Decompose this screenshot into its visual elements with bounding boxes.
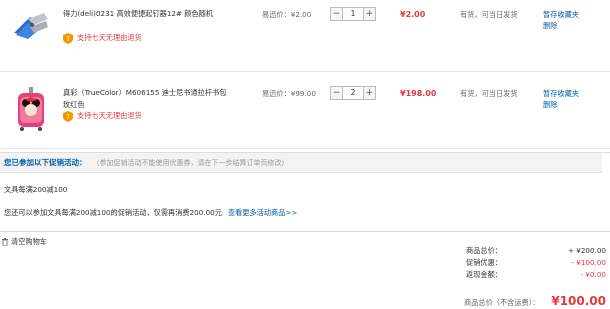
clear-cart-button[interactable]: 清空购物车 [2, 237, 47, 247]
shield-icon: 7 [63, 32, 73, 44]
promotion-panel: 您已参加以下促销活动： （参加促销活动不能使用优惠券，请在下一步结算订单页修改）… [0, 152, 610, 232]
total-label: 商品总价（不含运费）： [464, 298, 540, 307]
promotion-header: 您已参加以下促销活动： （参加促销活动不能使用优惠券，请在下一步结算订单页修改） [0, 153, 602, 173]
promotion-tip: 您还可以参加文具每满200减100的促销活动，仅需再消费200.00元 查看更多活… [4, 208, 297, 218]
stapler-remover-product-image[interactable] [10, 3, 52, 45]
order-total: 商品总价（不含运费）： ¥100.00 [442, 294, 606, 309]
item-actions: 暂存收藏夹 删除 [543, 9, 588, 31]
promotion-title: 您已参加以下促销活动： [4, 158, 87, 167]
stock-status: 有货，可当日发货 [460, 89, 518, 98]
minnie-backpack-product-image[interactable] [10, 85, 52, 135]
summary-value: - ¥100.00 [571, 258, 606, 267]
order-summary: 商品总价： + ¥200.00 促销优惠： - ¥100.00 返现金额： - … [466, 246, 606, 282]
shield-icon: 7 [63, 110, 73, 122]
qty-plus-button[interactable]: + [363, 86, 376, 100]
qty-minus-button[interactable]: − [330, 86, 343, 100]
summary-label: 促销优惠： [466, 258, 502, 267]
summary-line: 促销优惠： - ¥100.00 [466, 258, 606, 270]
item-subtotal: ¥2.00 [400, 10, 426, 19]
return-policy: 7 支持七天无理由退货 [63, 110, 142, 122]
qty-minus-button[interactable]: − [330, 7, 343, 21]
unit-price: 易迅价：¥2.00 [262, 10, 312, 19]
return-policy-text: 支持七天无理由退货 [77, 111, 142, 120]
summary-label: 商品总价： [466, 246, 502, 255]
qty-input[interactable]: 1 [343, 7, 363, 21]
unit-price: 易迅价：¥99.00 [262, 89, 316, 98]
promotion-rule: 文具每满200减100 [4, 185, 68, 194]
return-policy: 7 支持七天无理由退货 [63, 32, 142, 44]
svg-text:7: 7 [66, 36, 70, 43]
quantity-stepper: − 2 + [330, 86, 376, 100]
qty-input[interactable]: 2 [343, 86, 363, 100]
promotion-tip-text: 您还可以参加文具每满200减100的促销活动，仅需再消费200.00元 [4, 208, 222, 217]
item-actions: 暂存收藏夹 删除 [543, 88, 588, 110]
delete-link[interactable]: 删除 [543, 99, 588, 110]
qty-plus-button[interactable]: + [363, 7, 376, 21]
more-promo-items-link[interactable]: 查看更多活动商品>> [228, 208, 298, 217]
summary-line: 商品总价： + ¥200.00 [466, 246, 606, 258]
item-subtotal: ¥198.00 [400, 89, 437, 98]
delete-link[interactable]: 删除 [543, 20, 588, 31]
summary-line: 返现金额： - ¥0.00 [466, 270, 606, 282]
item-name[interactable]: 得力(deli)0231 高效便捷起钉器12# 颜色随机 [63, 8, 228, 20]
return-policy-text: 支持七天无理由退货 [77, 33, 142, 42]
svg-text:7: 7 [66, 114, 70, 121]
summary-value: - ¥0.00 [580, 270, 606, 279]
save-to-favorites-link[interactable]: 暂存收藏夹 [543, 88, 588, 99]
summary-value: + ¥200.00 [567, 246, 606, 255]
save-to-favorites-link[interactable]: 暂存收藏夹 [543, 9, 588, 20]
item-name[interactable]: 真彩（TrueColor）M606155 迪士尼书通拉杆书包 玫红色 [63, 87, 228, 111]
promotion-note: （参加促销活动不能使用优惠券，请在下一步结算订单页修改） [92, 158, 289, 167]
cart-item-row: 得力(deli)0231 高效便捷起钉器12# 颜色随机 7 支持七天无理由退货… [0, 0, 610, 72]
clear-cart-label: 清空购物车 [11, 237, 47, 246]
quantity-stepper: − 1 + [330, 7, 376, 21]
trash-icon [2, 238, 8, 246]
total-value: ¥100.00 [551, 294, 606, 308]
summary-label: 返现金额： [466, 270, 502, 279]
stock-status: 有货，可当日发货 [460, 10, 518, 19]
